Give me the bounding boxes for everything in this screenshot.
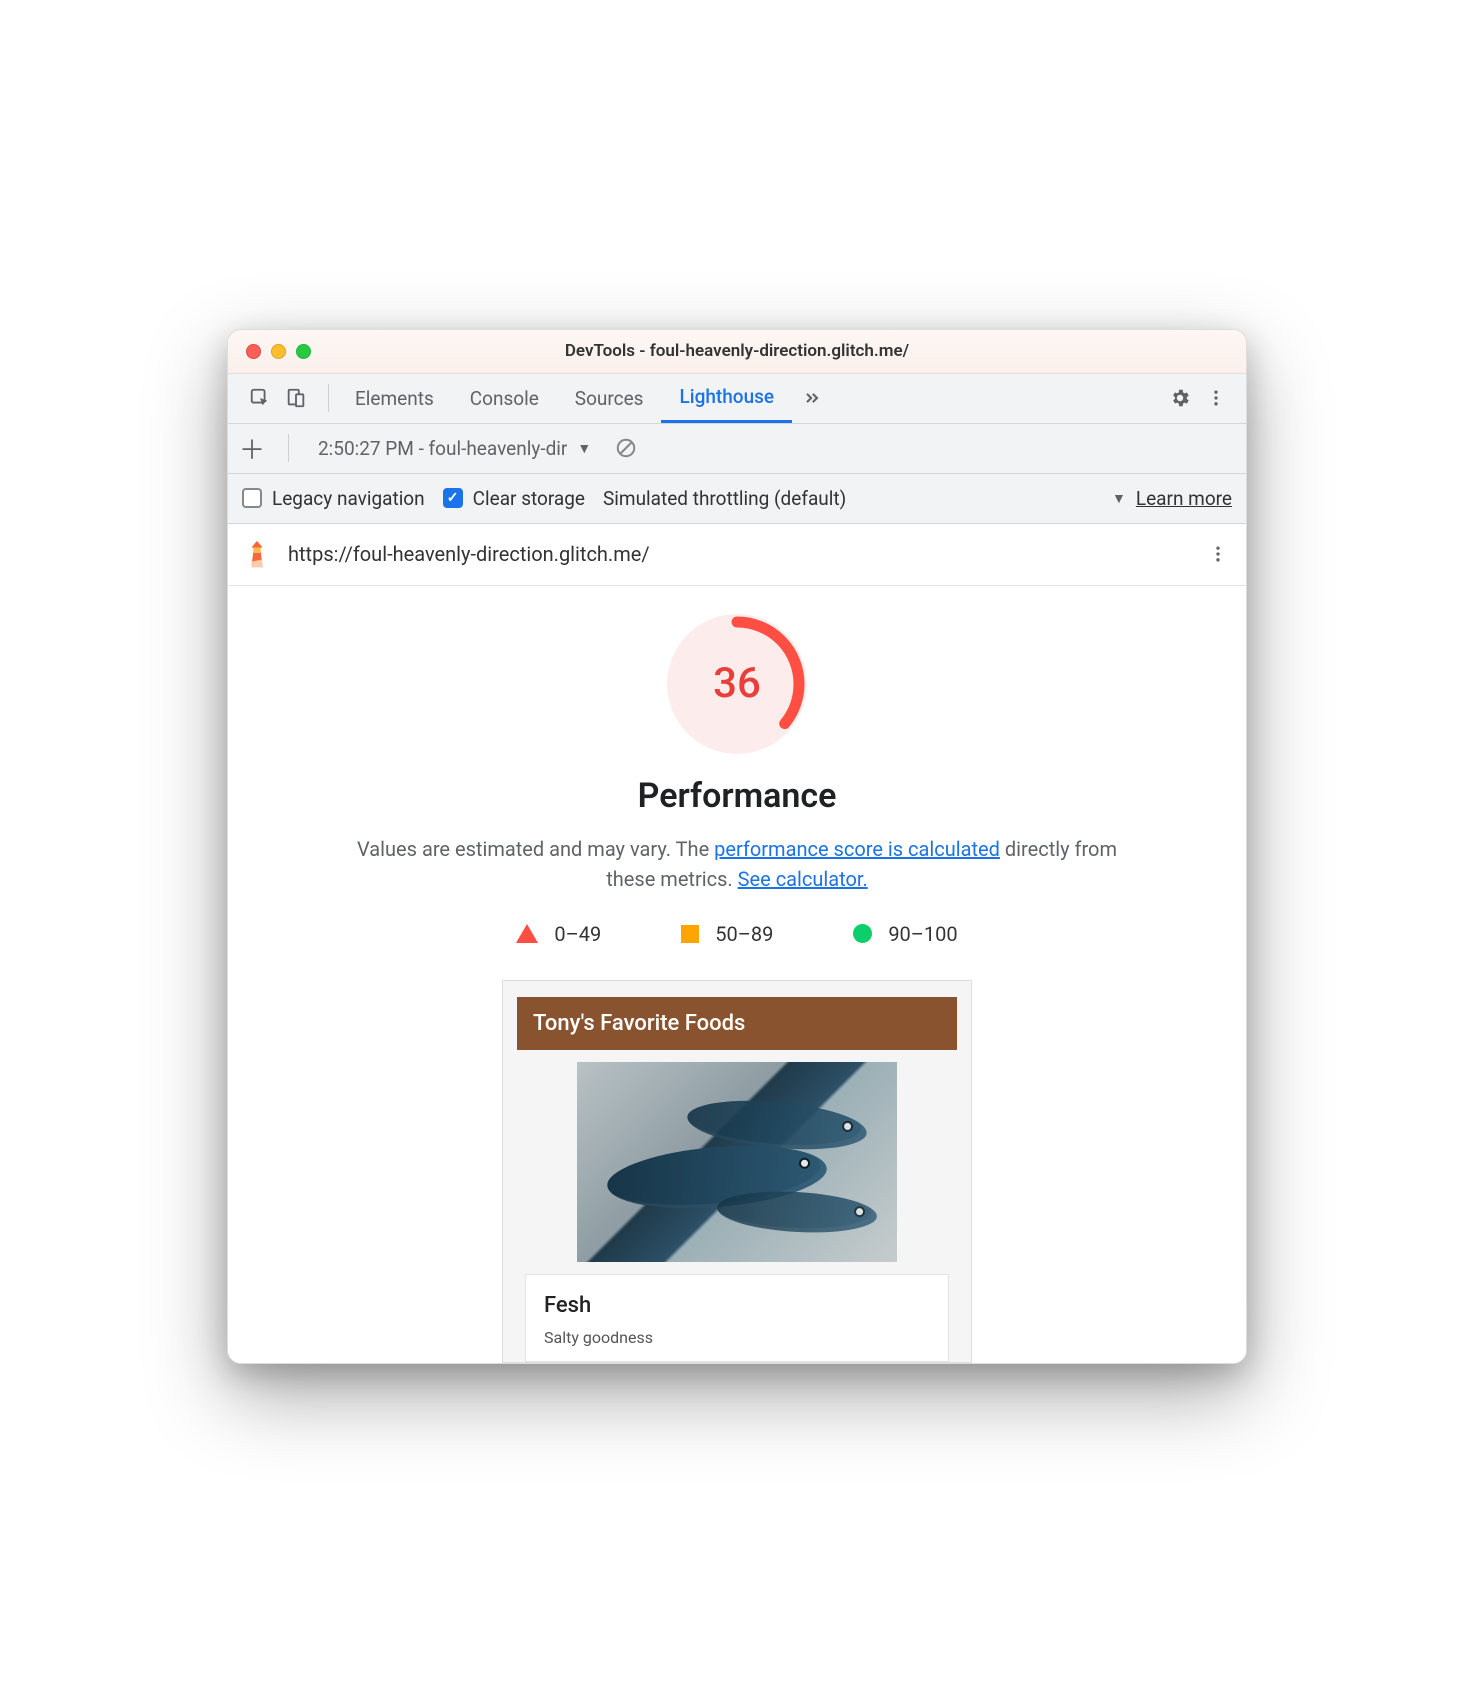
inspect-tools — [236, 384, 320, 412]
clear-storage-option[interactable]: ✓ Clear storage — [443, 487, 585, 510]
devtools-tabs: Elements Console Sources Lighthouse — [228, 374, 1246, 424]
lighthouse-toolbar: ＋ 2:50:27 PM - foul-heavenly-dir ▼ — [228, 424, 1246, 474]
report-url-row: https://foul-heavenly-direction.glitch.m… — [228, 524, 1246, 586]
zoom-window-button[interactable] — [296, 344, 311, 359]
legacy-navigation-option[interactable]: Legacy navigation — [242, 487, 425, 510]
throttling-label: Simulated throttling (default) — [603, 487, 846, 510]
desc-text: Values are estimated and may vary. The — [357, 837, 714, 861]
performance-gauge-section: 36 Performance Values are estimated and … — [228, 614, 1246, 1363]
report-menu-icon[interactable] — [1204, 540, 1232, 568]
minimize-window-button[interactable] — [271, 344, 286, 359]
chevron-down-icon[interactable]: ▼ — [1112, 490, 1126, 507]
legacy-navigation-label: Legacy navigation — [272, 487, 425, 510]
score-legend: 0–49 50–89 90–100 — [516, 922, 957, 946]
new-report-button[interactable]: ＋ — [238, 434, 266, 462]
learn-more-link[interactable]: Learn more — [1136, 487, 1232, 510]
tab-elements[interactable]: Elements — [337, 374, 452, 423]
lighthouse-options: Legacy navigation ✓ Clear storage Simula… — [228, 474, 1246, 524]
kebab-menu-icon[interactable] — [1202, 384, 1230, 412]
legend-pass-label: 90–100 — [888, 922, 957, 946]
legend-fail: 0–49 — [516, 922, 601, 946]
thumbnail-header: Tony's Favorite Foods — [517, 997, 957, 1050]
thumbnail-card: Fesh Salty goodness — [525, 1274, 949, 1362]
lighthouse-icon — [242, 539, 272, 569]
settings-icon[interactable] — [1166, 384, 1194, 412]
square-icon — [681, 925, 699, 943]
thumbnail-title: Fesh — [544, 1293, 930, 1318]
thumbnail-image — [577, 1062, 897, 1262]
clear-icon[interactable] — [612, 434, 640, 462]
device-toggle-icon[interactable] — [282, 384, 310, 412]
tab-lighthouse[interactable]: Lighthouse — [661, 374, 792, 423]
legend-average: 50–89 — [681, 922, 773, 946]
triangle-icon — [516, 924, 538, 943]
performance-description: Values are estimated and may vary. The p… — [357, 834, 1117, 894]
performance-gauge: 36 — [667, 614, 807, 754]
performance-score: 36 — [667, 614, 807, 754]
lighthouse-report: 36 Performance Values are estimated and … — [228, 586, 1246, 1363]
report-session-select[interactable]: 2:50:27 PM - foul-heavenly-dir ▼ — [311, 431, 598, 465]
legacy-navigation-checkbox[interactable] — [242, 488, 262, 508]
divider — [328, 384, 329, 412]
traffic-lights — [228, 344, 311, 359]
more-tabs-icon[interactable] — [798, 384, 826, 412]
clear-storage-checkbox[interactable]: ✓ — [443, 488, 463, 508]
page-thumbnail: Tony's Favorite Foods Fesh Salty goodnes… — [502, 980, 972, 1363]
see-calculator-link[interactable]: See calculator. — [738, 867, 868, 891]
legend-pass: 90–100 — [853, 922, 957, 946]
chevron-down-icon: ▼ — [577, 440, 591, 457]
performance-title: Performance — [638, 776, 837, 816]
learn-more: ▼ Learn more — [1112, 487, 1232, 510]
perf-score-link[interactable]: performance score is calculated — [714, 837, 1000, 861]
thumbnail-subtitle: Salty goodness — [544, 1328, 930, 1347]
session-label: 2:50:27 PM - foul-heavenly-dir — [318, 437, 567, 460]
tab-sources[interactable]: Sources — [557, 374, 662, 423]
divider — [288, 434, 289, 462]
tab-console[interactable]: Console — [452, 374, 557, 423]
titlebar: DevTools - foul-heavenly-direction.glitc… — [228, 330, 1246, 374]
report-url: https://foul-heavenly-direction.glitch.m… — [288, 542, 650, 566]
inspect-element-icon[interactable] — [246, 384, 274, 412]
clear-storage-label: Clear storage — [473, 487, 585, 510]
legend-avg-label: 50–89 — [715, 922, 773, 946]
close-window-button[interactable] — [246, 344, 261, 359]
devtools-window: DevTools - foul-heavenly-direction.glitc… — [227, 329, 1247, 1364]
circle-icon — [853, 924, 872, 943]
legend-fail-label: 0–49 — [554, 922, 601, 946]
window-title: DevTools - foul-heavenly-direction.glitc… — [228, 341, 1246, 361]
